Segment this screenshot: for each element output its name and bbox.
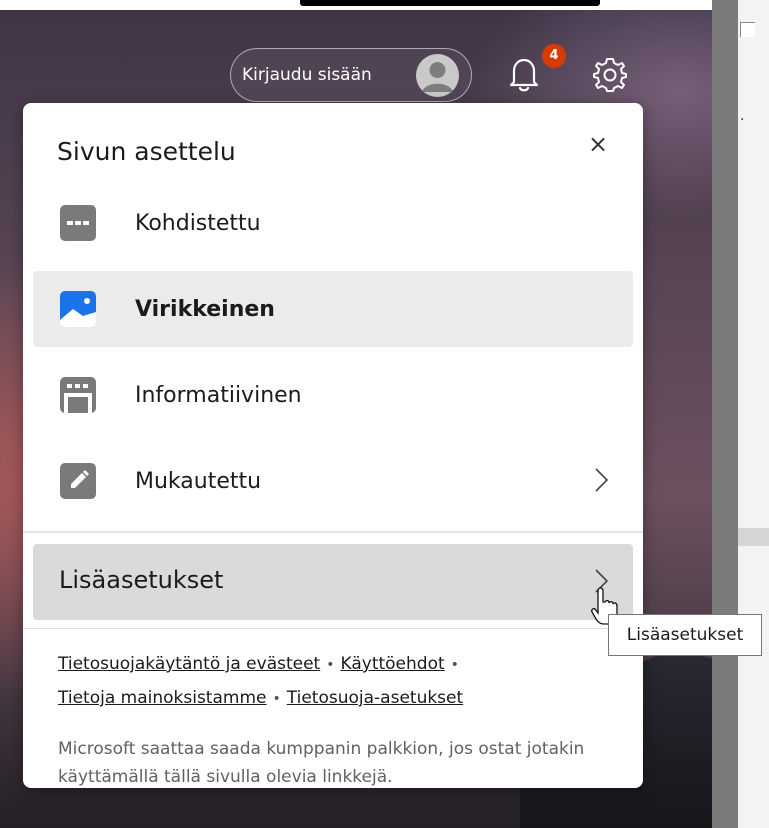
affiliate-disclaimer: Microsoft saattaa saada kumppanin palkki…	[58, 739, 585, 787]
signin-label: Kirjaudu sisään	[242, 65, 372, 85]
chevron-right-icon	[593, 465, 611, 495]
side-app-panel: ·	[712, 0, 769, 828]
about-ads-link[interactable]: Tietoja mainoksistamme	[58, 688, 266, 708]
layout-option-custom[interactable]: Mukautettu	[33, 443, 633, 519]
side-corner-icon	[740, 22, 755, 37]
link-separator: •	[272, 691, 281, 707]
link-separator: •	[450, 657, 459, 673]
more-settings-label: Lisäasetukset	[59, 566, 224, 594]
tooltip: Lisäasetukset	[608, 614, 762, 656]
flyout-title: Sivun asettelu	[57, 137, 236, 166]
layout-option-label: Virikkeinen	[135, 296, 275, 322]
layout-option-label: Mukautettu	[135, 468, 262, 494]
custom-layout-icon	[59, 462, 97, 500]
settings-gear-icon[interactable]	[591, 55, 629, 93]
side-rail	[712, 0, 738, 828]
section-divider	[23, 628, 643, 629]
notification-badge: 4	[542, 44, 566, 68]
avatar-icon	[416, 54, 459, 97]
layout-option-focused[interactable]: Kohdistettu	[33, 185, 633, 261]
layout-option-label: Kohdistettu	[135, 210, 261, 236]
signin-button[interactable]: Kirjaudu sisään	[230, 48, 472, 102]
privacy-settings-link[interactable]: Tietosuoja-asetukset	[287, 688, 463, 708]
privacy-cookies-link[interactable]: Tietosuojakäytäntö ja evästeet	[58, 654, 320, 674]
layout-option-inspirational[interactable]: Virikkeinen	[33, 271, 633, 347]
more-settings-button[interactable]: Lisäasetukset	[33, 544, 633, 620]
link-separator: •	[326, 657, 335, 673]
informational-layout-icon	[59, 376, 97, 414]
close-icon[interactable]: ×	[583, 129, 613, 159]
layout-option-label: Informatiivinen	[135, 382, 302, 408]
layout-option-informational[interactable]: Informatiivinen	[33, 357, 633, 433]
terms-of-use-link[interactable]: Käyttöehdot	[341, 654, 445, 674]
page-layout-flyout: Sivun asettelu × Kohdistettu Virikkeinen	[23, 103, 643, 788]
notifications-bell-icon[interactable]	[506, 54, 542, 94]
side-mark: ·	[740, 112, 745, 128]
section-divider	[23, 531, 643, 533]
focused-layout-icon	[59, 204, 97, 242]
inspirational-layout-icon	[59, 290, 97, 328]
footer-links: Tietosuojakäytäntö ja evästeet • Käyttöehd…	[58, 648, 618, 716]
top-strip	[0, 0, 712, 10]
side-selection	[738, 528, 769, 546]
